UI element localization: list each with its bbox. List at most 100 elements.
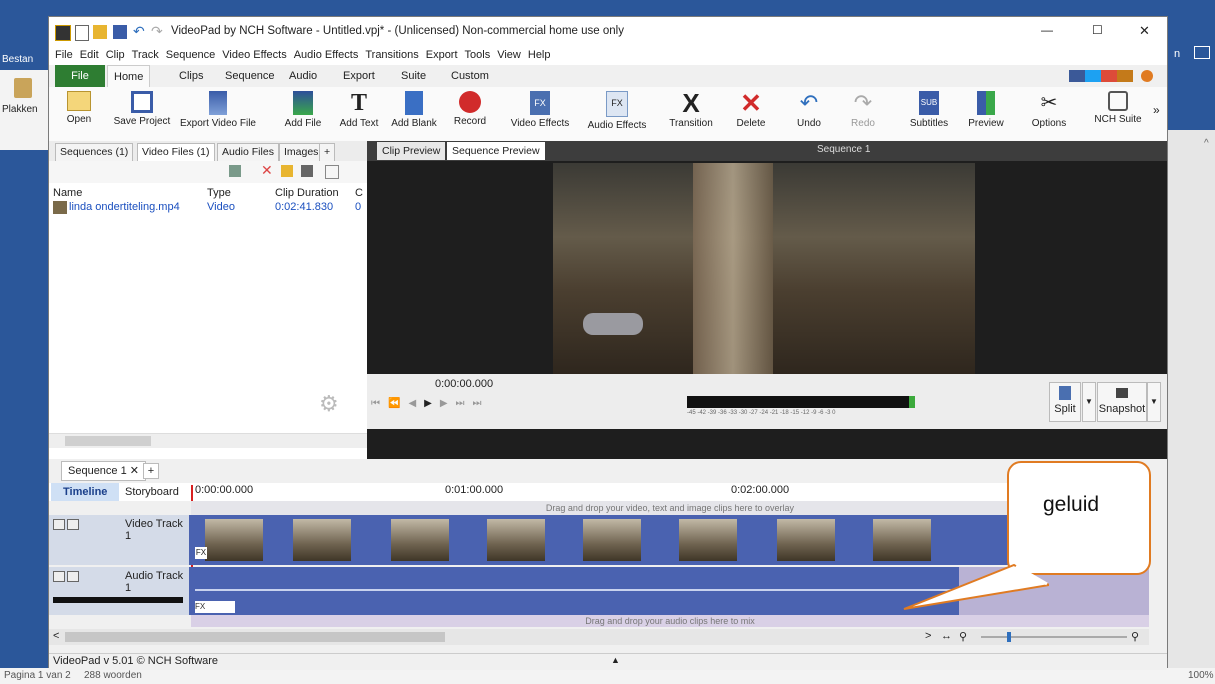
bin-scroll-thumb[interactable]	[65, 436, 151, 446]
options-button[interactable]: ✂ Options	[1027, 89, 1071, 139]
bin-folder-icon[interactable]	[281, 165, 293, 177]
audio-fx-badge[interactable]: FX	[195, 601, 235, 613]
split-dropdown[interactable]: ▼	[1082, 382, 1096, 422]
audio-volume-bar[interactable]	[53, 597, 183, 603]
status-expand-icon[interactable]: ▲	[611, 655, 620, 665]
minimize-button[interactable]: —	[1041, 23, 1053, 37]
subtitles-button[interactable]: SUB Subtitles	[905, 89, 953, 139]
timeline-scrollbar[interactable]: < > ↔ ⚲ ⚲	[49, 629, 1149, 645]
fit-icon[interactable]: ↔	[941, 630, 952, 642]
social-icons[interactable]	[1069, 70, 1133, 82]
delete-button[interactable]: ✕ Delete	[731, 89, 771, 139]
audio-effects-button[interactable]: FX Audio Effects	[585, 89, 649, 139]
track-collapse-icon[interactable]	[53, 519, 65, 530]
snapshot-button[interactable]: Snapshot	[1097, 382, 1147, 422]
video-fx-badge[interactable]: FX	[195, 547, 207, 559]
tab-images[interactable]: Images	[279, 143, 324, 161]
open-button[interactable]: Open	[55, 89, 103, 139]
zoom-slider[interactable]	[981, 636, 1127, 638]
scroll-right-icon[interactable]: >	[925, 630, 931, 642]
menu-tools[interactable]: Tools	[465, 49, 491, 61]
quick-undo-icon[interactable]: ↶	[133, 23, 145, 40]
tab-clips[interactable]: Clips	[173, 65, 209, 87]
bin-grid-icon[interactable]	[301, 165, 313, 177]
add-blank-button[interactable]: Add Blank	[389, 89, 439, 139]
bin-remove-icon[interactable]: ✕	[261, 162, 273, 179]
tab-timeline[interactable]: Timeline	[51, 483, 120, 501]
file-row[interactable]: linda ondertiteling.mp4 Video 0:02:41.83…	[53, 201, 363, 215]
bin-view-icon[interactable]	[229, 165, 241, 177]
tab-storyboard[interactable]: Storyboard	[125, 483, 179, 501]
snapshot-dropdown[interactable]: ▼	[1147, 382, 1161, 422]
transition-button[interactable]: X Transition	[663, 89, 719, 139]
preview-button[interactable]: Preview	[963, 89, 1009, 139]
tab-sequence-preview[interactable]: Sequence Preview	[447, 142, 545, 160]
redo-button[interactable]: ↷ Redo	[843, 89, 883, 139]
word-tab-start[interactable]: Bestan	[2, 54, 33, 65]
save-project-button[interactable]: Save Project	[107, 89, 177, 139]
tab-add[interactable]: +	[319, 143, 336, 161]
bin-detach-icon[interactable]	[325, 165, 339, 179]
nch-suite-button[interactable]: NCH Suite	[1089, 89, 1147, 139]
mute-icon[interactable]	[67, 571, 79, 582]
timeline-ruler[interactable]: Timeline Storyboard 0:00:00.000 0:01:00.…	[49, 483, 1149, 501]
menu-help[interactable]: Help	[528, 49, 551, 61]
new-file-icon[interactable]	[75, 25, 89, 41]
tab-audio-files[interactable]: Audio Files	[217, 143, 279, 161]
chevron-up-icon[interactable]: ^	[1204, 138, 1209, 149]
menu-video-effects[interactable]: Video Effects	[222, 49, 286, 61]
menu-transitions[interactable]: Transitions	[365, 49, 418, 61]
audio-collapse-icon[interactable]	[53, 571, 65, 582]
maximize-button[interactable]: ☐	[1092, 23, 1103, 37]
menu-sequence[interactable]: Sequence	[166, 49, 216, 61]
menu-edit[interactable]: Edit	[80, 49, 99, 61]
tab-file[interactable]: File	[55, 65, 105, 87]
word-word-count[interactable]: 288 woorden	[84, 670, 142, 681]
menu-export[interactable]: Export	[426, 49, 458, 61]
close-button[interactable]: ✕	[1139, 23, 1150, 39]
word-page-count[interactable]: Pagina 1 van 2	[4, 670, 71, 681]
col-extra[interactable]: C	[355, 187, 363, 199]
scroll-left-icon[interactable]: <	[53, 630, 59, 642]
split-button[interactable]: Split	[1049, 382, 1081, 422]
timeline-scroll-thumb[interactable]	[65, 632, 445, 642]
quick-save-icon[interactable]	[113, 25, 127, 39]
col-type[interactable]: Type	[207, 187, 231, 199]
menu-clip[interactable]: Clip	[106, 49, 125, 61]
transport-buttons[interactable]: ⏮⏪◀▶▶⏭⏭	[371, 398, 490, 409]
zoom-slider-thumb[interactable]	[1007, 632, 1011, 642]
menu-view[interactable]: View	[497, 49, 521, 61]
comment-icon[interactable]	[1194, 46, 1210, 59]
tab-audio[interactable]: Audio	[283, 65, 323, 87]
quick-redo-icon[interactable]: ↷	[151, 23, 163, 40]
overlay-drop-zone[interactable]: Drag and drop your video, text and image…	[191, 501, 1149, 515]
word-paste-area[interactable]: Plakken	[0, 70, 48, 150]
record-button[interactable]: Record	[447, 89, 493, 139]
tab-sequence[interactable]: Sequence	[219, 65, 281, 87]
menu-track[interactable]: Track	[132, 49, 159, 61]
tab-suite[interactable]: Suite	[395, 65, 432, 87]
track-visibility-icon[interactable]	[67, 519, 79, 530]
tab-custom[interactable]: Custom	[445, 65, 495, 87]
col-name[interactable]: Name	[53, 187, 82, 199]
tab-sequences[interactable]: Sequences (1)	[55, 143, 134, 161]
tab-export[interactable]: Export	[337, 65, 381, 87]
menu-file[interactable]: File	[55, 49, 73, 61]
zoom-out-icon[interactable]: ⚲	[959, 630, 967, 643]
video-effects-button[interactable]: FX Video Effects	[509, 89, 571, 139]
zoom-in-icon[interactable]: ⚲	[1131, 630, 1139, 643]
tab-clip-preview[interactable]: Clip Preview	[377, 142, 446, 160]
add-sequence-button[interactable]: +	[143, 463, 159, 479]
col-duration[interactable]: Clip Duration	[275, 187, 339, 199]
bin-scrollbar[interactable]	[49, 433, 367, 448]
menu-audio-effects[interactable]: Audio Effects	[294, 49, 359, 61]
open-folder-icon[interactable]	[93, 25, 107, 39]
video-clip[interactable]: FX	[195, 519, 955, 561]
tab-home[interactable]: Home	[107, 65, 151, 88]
help-icon[interactable]	[1141, 70, 1153, 82]
undo-button[interactable]: ↶ Undo	[789, 89, 829, 139]
word-zoom-level[interactable]: 100%	[1188, 670, 1214, 681]
sequence-tab[interactable]: Sequence 1 ✕	[61, 461, 146, 481]
tab-video-files[interactable]: Video Files (1)	[137, 143, 215, 161]
export-video-button[interactable]: Export Video File	[177, 89, 259, 139]
